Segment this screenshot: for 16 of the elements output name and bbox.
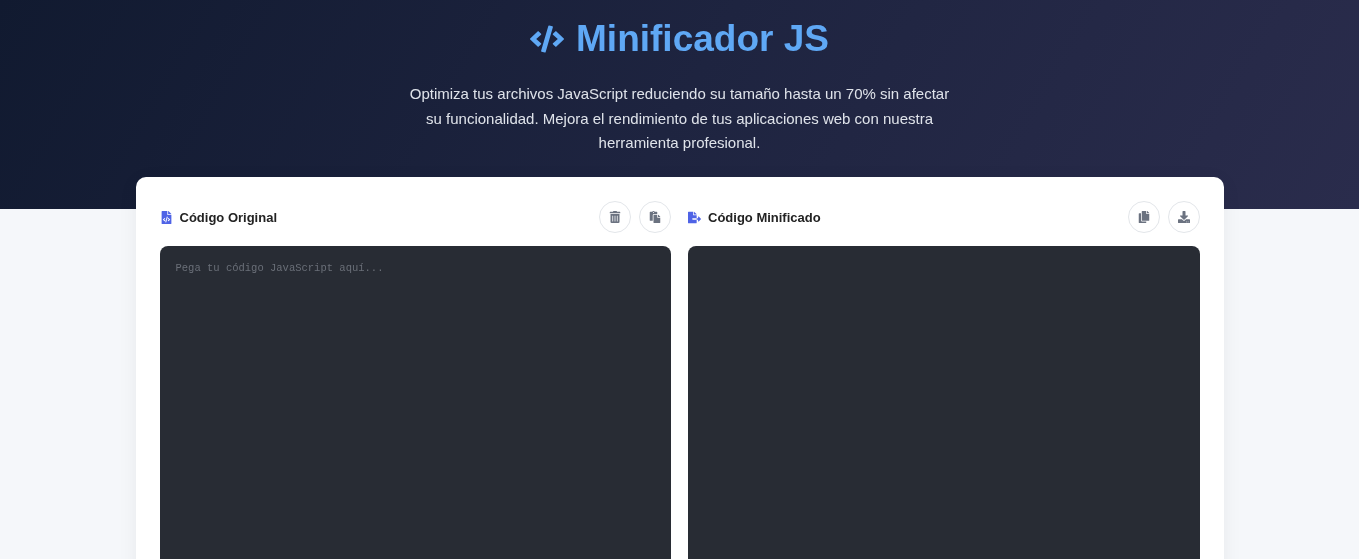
download-icon [1177, 211, 1190, 223]
copy-icon [1137, 211, 1150, 223]
code-input-field[interactable]: Pega tu código JavaScript aquí... [159, 246, 671, 559]
page-title: Minificador JS [576, 17, 829, 61]
copy-button[interactable] [1127, 201, 1160, 233]
trash-icon [609, 211, 621, 223]
clipboard-icon [649, 211, 661, 223]
file-export-icon [688, 210, 701, 224]
panel-title: Código Minificado [708, 209, 821, 225]
code-file-icon [159, 210, 173, 224]
clear-button[interactable] [599, 201, 631, 233]
paste-button[interactable] [639, 201, 671, 233]
panel-title: Código Original [179, 209, 277, 225]
download-button[interactable] [1167, 201, 1200, 233]
code-output-field[interactable] [688, 246, 1200, 559]
page-description: Optimiza tus archivos JavaScript reduciendo su tamaño hasta un 70% sin afectar su funcionalidad. Mejora el rendimiento de tus aplicaciones web con nuestra herramienta profesional. [408, 84, 951, 153]
